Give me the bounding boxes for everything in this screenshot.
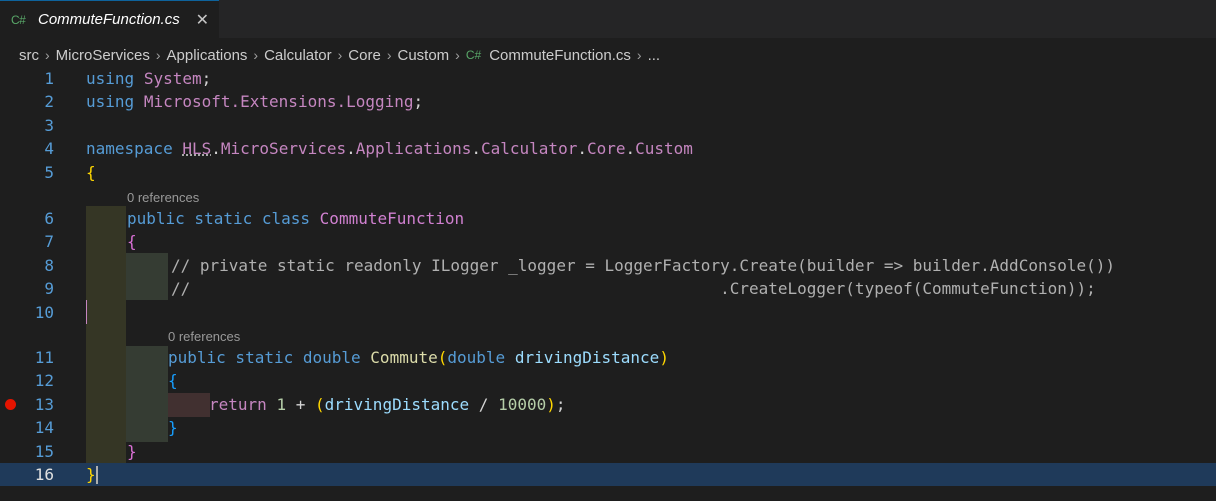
breadcrumb-item-applications[interactable]: Applications [167,47,248,64]
code-comment: // .CreateLogger(typeof(CommuteFunction)… [171,279,1096,299]
code-text: return 1 + (drivingDistance / 10000); [209,394,566,414]
current-line-highlight: 16 } [0,463,1216,487]
tab-bar: C# CommuteFunction.cs ✕ [0,0,1216,38]
codelens-references[interactable]: 0 references [168,329,240,344]
line-number: 7 [44,232,54,252]
breadcrumb-item-core[interactable]: Core [348,47,381,64]
line-number: 13 [34,394,54,414]
code-text: } [86,465,96,484]
line-number: 1 [44,69,54,88]
line-number: 10 [34,302,54,322]
line-number: 15 [34,441,54,461]
code-line: 4 namespace HLS.MicroServices.Applicatio… [0,137,1216,160]
close-icon[interactable]: ✕ [196,10,209,30]
line-number: 9 [44,279,54,299]
code-line: 10 [0,301,1216,324]
code-line: 2 using Microsoft.Extensions.Logging; [0,90,1216,113]
text-cursor [96,466,98,484]
code-text: using System; [86,69,212,88]
code-line: 1 using System; [0,67,1216,90]
code-text: { [127,232,137,252]
code-line: 3 [0,114,1216,137]
breadcrumb-item-custom[interactable]: Custom [397,47,449,64]
breadcrumb-item-src[interactable]: src [19,47,39,64]
chevron-right-icon: › [155,47,161,63]
code-text: public static double Commute(double driv… [168,348,669,367]
breakpoint-icon[interactable] [5,398,16,410]
line-number: 16 [34,465,54,484]
editor-tab-commutefunction[interactable]: C# CommuteFunction.cs ✕ [0,0,219,38]
chevron-right-icon: › [455,47,460,63]
line-number: 14 [34,418,54,438]
line-number: 11 [34,348,54,367]
code-text: } [168,418,178,438]
tab-filename: CommuteFunction.cs [38,11,180,28]
chevron-right-icon: › [253,47,259,63]
code-line: 8 // private static readonly ILogger _lo… [0,254,1216,277]
line-number: 4 [44,139,54,159]
code-text: { [86,162,96,182]
line-number: 3 [44,115,54,135]
code-text: namespace HLS.MicroServices.Applications… [86,139,693,159]
code-text: { [168,371,178,391]
code-line: 13 return 1 + (drivingDistance / 10000); [0,393,1216,416]
csharp-file-icon: C# [11,12,26,27]
code-line: 11 public static double Commute(double d… [0,346,1216,369]
code-text: public static class CommuteFunction [127,209,465,228]
breadcrumb-more[interactable]: ... [648,47,661,64]
chevron-right-icon: › [45,47,50,63]
chevron-right-icon: › [636,47,642,63]
code-line: 5 { [0,161,1216,184]
code-text: } [127,441,137,461]
code-comment: // private static readonly ILogger _logg… [171,255,1116,275]
code-line: 9 // .CreateLogger(typeof(CommuteFunctio… [0,277,1216,300]
line-number: 8 [44,255,54,275]
code-text: using Microsoft.Extensions.Logging; [86,92,424,112]
csharp-file-icon: C# [465,48,482,62]
codelens-references[interactable]: 0 references [127,190,199,205]
line-number: 5 [44,162,54,182]
code-line: 12 { [0,369,1216,392]
line-number: 6 [44,209,54,228]
chevron-right-icon: › [386,47,392,63]
line-number: 2 [44,92,54,112]
code-line: 14 } [0,416,1216,439]
chevron-right-icon: › [337,47,343,63]
breadcrumb-item-microservices[interactable]: MicroServices [56,47,150,64]
line-number: 12 [34,371,54,391]
code-line: 15 } [0,440,1216,463]
code-line: 6 public static class CommuteFunction [0,207,1216,230]
breadcrumb-item-file[interactable]: CommuteFunction.cs [489,47,631,64]
breadcrumb-item-calculator[interactable]: Calculator [264,47,332,64]
code-line: 7 { [0,230,1216,253]
